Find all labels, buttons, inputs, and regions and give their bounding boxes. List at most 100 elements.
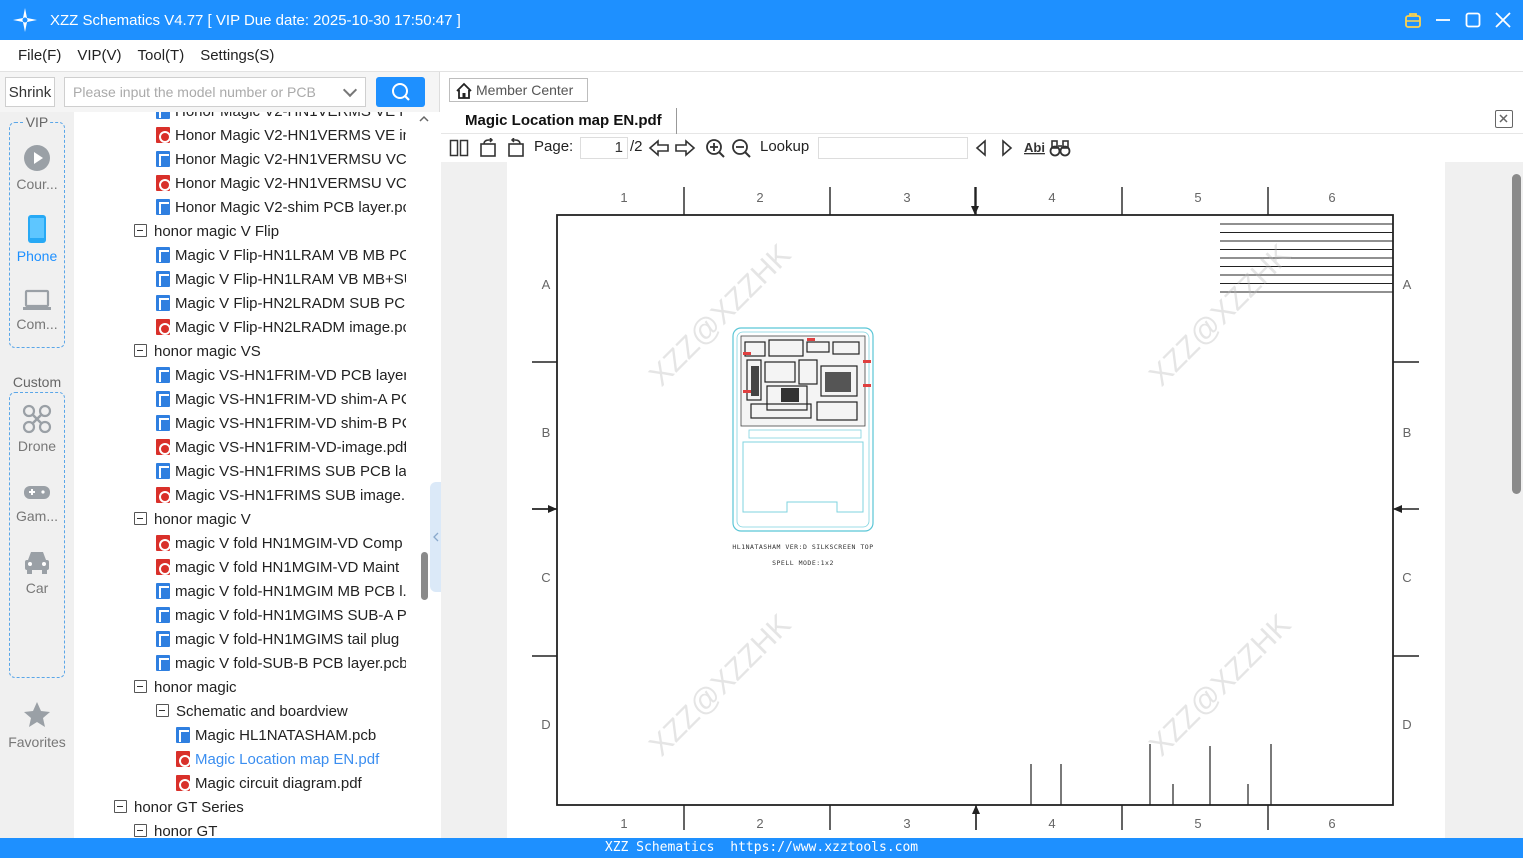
tree-item-label: Magic VS-HN1FRIMS SUB PCB laye (175, 463, 406, 480)
tree-folder[interactable]: honor GT (134, 820, 406, 838)
chevron-up-icon[interactable] (419, 114, 429, 124)
row-label: D (1402, 717, 1411, 732)
rotate-right-icon[interactable] (505, 138, 525, 158)
tab-location-map[interactable]: Magic Location map EN.pdf (451, 108, 677, 134)
tree-file[interactable]: Magic circuit diagram.pdf (176, 772, 406, 796)
tree-folder[interactable]: Schematic and boardview (156, 700, 406, 724)
collapse-toggle-icon[interactable] (134, 680, 147, 693)
rail-item-drone[interactable]: Drone (0, 404, 74, 454)
close-tab-icon[interactable] (1495, 110, 1513, 128)
rotate-left-icon[interactable] (479, 138, 499, 158)
tree-file[interactable]: Magic V Flip-HN1LRAM VB MB PC (156, 244, 406, 268)
model-search-input[interactable]: Please input the model number or PCB (64, 77, 366, 107)
tree-folder[interactable]: honor magic V (134, 508, 406, 532)
collapse-toggle-icon[interactable] (134, 824, 147, 837)
collapse-toggle-icon[interactable] (134, 512, 147, 525)
tree-file[interactable]: magic V fold-HN1MGIM MB PCB l. (156, 580, 406, 604)
match-case-icon[interactable]: Abi (1023, 138, 1045, 158)
menu-tool[interactable]: Tool(T) (130, 47, 193, 64)
tree-file[interactable]: Magic VS-HN1FRIMS SUB image.p (156, 484, 406, 508)
menu-vip[interactable]: VIP(V) (69, 47, 129, 64)
tree-file[interactable]: Magic VS-HN1FRIM-VD shim-A PC (156, 388, 406, 412)
status-url[interactable]: https://www.xzztools.com (730, 840, 918, 855)
chevron-down-icon[interactable] (342, 82, 358, 98)
maximize-button[interactable] (1463, 10, 1483, 30)
zoom-in-icon[interactable] (705, 138, 725, 158)
menu-settings[interactable]: Settings(S) (192, 47, 282, 64)
pcb-file-icon (156, 655, 170, 671)
tree-item-label: Magic VS-HN1FRIM-VD-image.pdf (175, 439, 406, 456)
member-center-button[interactable]: Member Center (449, 78, 588, 102)
tree-item-label: magic V fold HN1MGIM-VD Comp (175, 535, 403, 552)
tree-file[interactable]: Magic VS-HN1FRIM-VD PCB layer.j (156, 364, 406, 388)
tree-item-label: Magic VS-HN1FRIM-VD shim-A PC (175, 391, 406, 408)
tree-file[interactable]: magic V fold HN1MGIM-VD Maint (156, 556, 406, 580)
tree-file[interactable]: Honor Magic V2-HN1VERMS VE im (156, 124, 406, 148)
find-previous-icon[interactable] (973, 138, 989, 158)
menu-file[interactable]: File(F) (10, 47, 69, 64)
rail-item-favorites[interactable]: Favorites (0, 700, 74, 750)
search-placeholder: Please input the model number or PCB (73, 84, 316, 100)
next-page-icon[interactable] (674, 138, 696, 158)
tree-file[interactable]: Magic VS-HN1FRIM-VD-image.pdf (156, 436, 406, 460)
binoculars-icon[interactable] (1049, 138, 1071, 158)
page-total: /2 (630, 138, 643, 155)
watermark-text: XZZ@XZZHK (1143, 608, 1297, 762)
tree-file[interactable]: Honor Magic V2-HN1VERMSU VC (156, 148, 406, 172)
tree-item-label: Magic VS-HN1FRIM-VD shim-B PC (175, 415, 406, 432)
tree-item-label: Magic HL1NATASHAM.pcb (195, 727, 377, 744)
tree-file[interactable]: Honor Magic V2-shim PCB layer.pc (156, 196, 406, 220)
search-button[interactable] (376, 77, 425, 107)
pcb-file-icon (156, 583, 170, 599)
column-label: 3 (903, 816, 910, 831)
rail-item-courses[interactable]: Cour... (0, 144, 74, 192)
collapse-toggle-icon[interactable] (134, 224, 147, 237)
minimize-button[interactable] (1433, 10, 1453, 30)
viewer-scrollbar[interactable] (1509, 162, 1523, 838)
collapse-toggle-icon[interactable] (114, 800, 127, 813)
tree-file[interactable]: Magic V Flip-HN2LRADM SUB PCB (156, 292, 406, 316)
collapse-toggle-icon[interactable] (134, 344, 147, 357)
watermark-text: XZZ@XZZHK (643, 608, 797, 762)
svg-text:Abi: Abi (1024, 140, 1045, 155)
tree-file[interactable]: magic V fold-HN1MGIMS tail plug (156, 628, 406, 652)
rail-item-computer[interactable]: Com... (0, 288, 74, 332)
tree-scrollbar[interactable] (418, 112, 440, 838)
tree-file[interactable]: Magic V Flip-HN1LRAM VB MB+SU (156, 268, 406, 292)
shrink-button[interactable]: Shrink (5, 77, 55, 107)
app-window: XZZ Schematics V4.77 [ VIP Due date: 202… (0, 0, 1523, 858)
tree-file[interactable]: Magic HL1NATASHAM.pcb (176, 724, 406, 748)
tree-folder[interactable]: honor GT Series (114, 796, 406, 820)
viewer-scroll-thumb[interactable] (1512, 174, 1521, 494)
tree-item-label: Honor Magic V2-HN1VERMSU VC (175, 151, 406, 168)
tree-scroll-thumb[interactable] (421, 552, 428, 600)
pcb-file-icon (156, 151, 170, 167)
tree-file[interactable]: magic V fold-SUB-B PCB layer.pcb (156, 652, 406, 676)
pdf-file-icon (176, 751, 191, 767)
two-page-view-icon[interactable] (449, 138, 469, 158)
vip-bag-icon[interactable] (1403, 10, 1423, 30)
pcb-file-icon (156, 463, 170, 479)
rail-item-games[interactable]: Gam... (0, 480, 74, 524)
zoom-out-icon[interactable] (731, 138, 751, 158)
tree-folder[interactable]: honor magic (134, 676, 406, 700)
pdf-viewer[interactable]: 1 1 2 2 3 3 4 4 5 5 6 6 A A B B C C D D HL1NATASHAM VER:D SI… (441, 162, 1523, 838)
tree-file[interactable]: Magic VS-HN1FRIMS SUB PCB laye (156, 460, 406, 484)
lookup-input[interactable] (818, 137, 968, 159)
tree-file[interactable]: Magic Location map EN.pdf (176, 748, 406, 772)
collapse-toggle-icon[interactable] (156, 704, 169, 717)
rail-item-car[interactable]: Car (0, 548, 74, 596)
page-number-input[interactable]: 1 (580, 137, 628, 159)
tree-folder[interactable]: honor magic V Flip (134, 220, 406, 244)
close-button[interactable] (1493, 10, 1513, 30)
tree-folder[interactable]: honor magic VS (134, 340, 406, 364)
find-next-icon[interactable] (999, 138, 1015, 158)
tree-file[interactable]: Magic VS-HN1FRIM-VD shim-B PC (156, 412, 406, 436)
tree-file[interactable]: Honor Magic V2-HN1VERMS VE PC (156, 112, 406, 124)
rail-item-phone[interactable]: Phone (0, 214, 74, 264)
tree-file[interactable]: magic V fold HN1MGIM-VD Comp (156, 532, 406, 556)
tree-file[interactable]: Magic V Flip-HN2LRADM image.pc (156, 316, 406, 340)
tree-file[interactable]: Honor Magic V2-HN1VERMSU VC (156, 172, 406, 196)
tree-file[interactable]: magic V fold-HN1MGIMS SUB-A P (156, 604, 406, 628)
previous-page-icon[interactable] (648, 138, 670, 158)
